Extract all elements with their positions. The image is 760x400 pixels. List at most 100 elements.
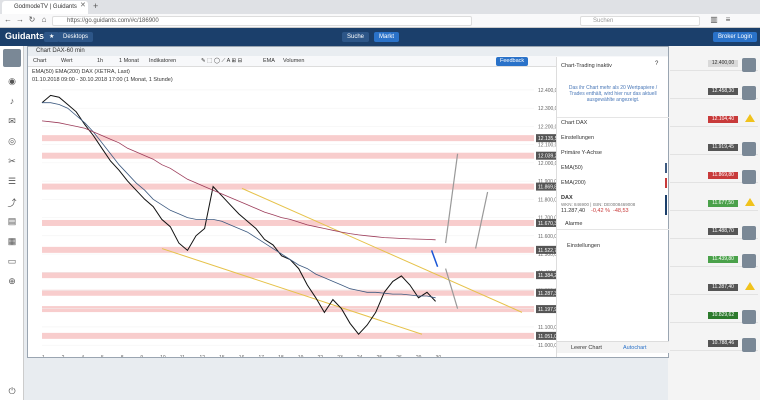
feedback-button[interactable]: Feedback	[496, 57, 529, 66]
markt-button[interactable]: Markt	[374, 32, 399, 42]
folder-icon[interactable]: ▭	[6, 256, 18, 268]
y-tick-label: 11.100,00	[538, 325, 556, 331]
browser-search-input[interactable]: Suchen	[580, 16, 700, 26]
panel-item-ema50[interactable]: EMA(50)	[561, 165, 583, 171]
chart-side-panel: Chart-Trading inaktiv ? Das ihr Chart me…	[556, 57, 669, 357]
x-tick-label: 1	[42, 355, 45, 357]
x-tick-label: 5	[101, 355, 104, 357]
search-button[interactable]: Suche	[342, 32, 370, 42]
alarm-item[interactable]: Alarme	[565, 221, 582, 227]
broker-login-button[interactable]: Broker Login	[713, 32, 758, 42]
avatar[interactable]	[742, 254, 756, 268]
bell-icon[interactable]: ♪	[6, 96, 18, 108]
x-tick-label: 26	[396, 355, 402, 357]
home-icon[interactable]: ⌂	[38, 15, 50, 24]
panel-item-y-axis[interactable]: Primäre Y-Achse	[561, 150, 602, 156]
doc-icon[interactable]: ▤	[6, 216, 18, 228]
price-level-band	[42, 219, 534, 226]
draw-tools[interactable]: ✎ ⬚ ◯ ⟋ A ⊞ ⊟	[198, 57, 245, 66]
watchlist-price-tag: 10.788,46	[708, 340, 738, 347]
panel-chart-title: Chart DAX	[561, 120, 588, 126]
avatar[interactable]	[3, 49, 21, 67]
warning-icon[interactable]	[745, 198, 755, 206]
x-tick-label: 17	[258, 355, 264, 357]
series-line-ema50	[42, 102, 436, 299]
watchlist-price-tag: 11.488,70	[708, 228, 738, 235]
watchlist-price-tag: 11.287,40	[708, 284, 738, 291]
watchlist-price-tag: 10.829,62	[708, 312, 738, 319]
price-level-label: 12.135,58	[538, 136, 556, 142]
new-tab-icon[interactable]: +	[93, 1, 98, 11]
price-level-label: 11.869,80	[538, 185, 556, 191]
x-tick-label: 2	[62, 355, 65, 357]
dax-change-abs: -48,53	[613, 208, 629, 214]
period-select[interactable]: 1 Monat	[116, 57, 142, 66]
price-chart[interactable]: 12.400,00 12.300,00 12.200,00 12.100,00 12.0…	[28, 67, 556, 357]
eye-icon[interactable]: ◎	[6, 136, 18, 148]
panel-item-settings[interactable]: Einstellungen	[561, 135, 594, 141]
price-level-label: 11.522,77	[538, 248, 556, 254]
trading-status[interactable]: Chart-Trading inaktiv	[561, 63, 612, 69]
panel-item-ema200[interactable]: EMA(200)	[561, 180, 586, 186]
address-input[interactable]: https://go.guidants.com/#c/186900	[52, 16, 472, 26]
ema-button[interactable]: EMA	[260, 57, 278, 66]
watchlist-price-tag: 12.458,30	[708, 88, 738, 95]
avatar[interactable]	[742, 58, 756, 72]
browser-tab[interactable]: GodmodeTV | Guidants	[2, 1, 88, 14]
y-tick-label: 12.200,00	[538, 124, 556, 130]
empty-chart-button[interactable]: Leerer Chart	[571, 345, 602, 351]
chat-icon[interactable]: ✉	[6, 116, 18, 128]
back-icon[interactable]: ←	[2, 15, 14, 24]
price-level-band	[42, 152, 534, 159]
chart-button[interactable]: Chart	[30, 57, 49, 66]
list-icon[interactable]: ☰	[6, 176, 18, 188]
panel-dax-label[interactable]: DAX	[561, 195, 573, 201]
panel-settings[interactable]: Einstellungen	[567, 243, 600, 249]
help-icon[interactable]: ?	[655, 61, 658, 67]
interval-select[interactable]: 1h	[94, 57, 106, 66]
logo[interactable]: Guidants	[5, 31, 44, 41]
chart-icon[interactable]: ⤴	[6, 196, 18, 208]
avatar[interactable]	[742, 86, 756, 100]
grid-icon[interactable]: ▦	[6, 236, 18, 248]
x-tick-label: 15	[219, 355, 225, 357]
chart-window: Chart DAX-60 min Chart Wert 1h 1 Monat I…	[27, 46, 669, 358]
wert-button[interactable]: Wert	[58, 57, 76, 66]
warning-icon[interactable]	[745, 282, 755, 290]
desktops-button[interactable]: Desktops	[58, 32, 94, 42]
ema50-color	[665, 163, 667, 173]
indicators-button[interactable]: Indikatoren	[146, 57, 179, 66]
globe-icon[interactable]: ⊕	[6, 276, 18, 288]
watchlist-price-tag: 11.439,80	[708, 256, 738, 263]
menu-icon[interactable]: ≡	[722, 15, 734, 24]
price-level-band	[42, 272, 534, 279]
y-tick-label: 11.000,00	[538, 343, 556, 349]
price-level-label: 11.051,04	[538, 334, 556, 340]
avatar[interactable]	[742, 170, 756, 184]
x-tick-label: 22	[318, 355, 324, 357]
x-tick-label: 19	[298, 355, 304, 357]
autochart-button[interactable]: Autochart	[623, 345, 647, 351]
avatar[interactable]	[742, 226, 756, 240]
y-tick-label: 12.300,00	[538, 106, 556, 112]
x-tick-label: 18	[278, 355, 284, 357]
user-icon[interactable]: ◉	[6, 76, 18, 88]
y-tick-label: 12.000,00	[538, 161, 556, 167]
dax-color	[665, 195, 667, 215]
library-icon[interactable]: ▥	[708, 15, 720, 24]
forward-icon[interactable]: →	[14, 15, 26, 24]
watchlist-price-tag: 12.400,00	[708, 60, 738, 67]
reload-icon[interactable]: ↻	[26, 15, 38, 24]
avatar[interactable]	[742, 142, 756, 156]
avatar[interactable]	[742, 338, 756, 352]
warning-icon[interactable]	[745, 114, 755, 122]
avatar[interactable]	[742, 310, 756, 324]
x-tick-label: 12	[199, 355, 205, 357]
close-tab-icon[interactable]: ✕	[80, 1, 86, 9]
dax-change: -0,42 %	[591, 208, 610, 214]
tools-icon[interactable]: ✂	[6, 156, 18, 168]
volume-button[interactable]: Volumen	[280, 57, 307, 66]
x-tick-label: 25	[377, 355, 383, 357]
power-icon[interactable]: ⏻	[6, 386, 18, 398]
price-level-label: 12.039,22	[538, 154, 556, 160]
